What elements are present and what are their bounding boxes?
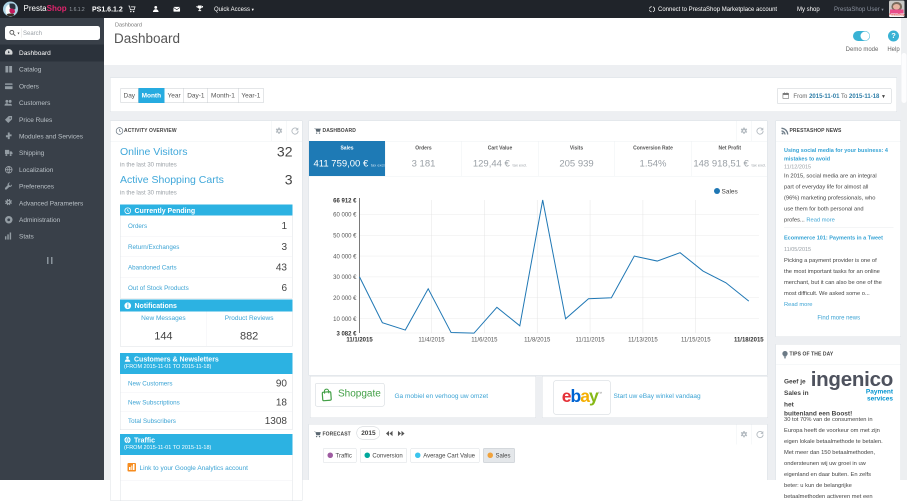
svg-text:Sales: Sales bbox=[722, 189, 739, 196]
svg-text:66 912 €: 66 912 € bbox=[333, 198, 357, 204]
svg-text:11/13/2015: 11/13/2015 bbox=[628, 338, 658, 344]
svg-text:11/11/2015: 11/11/2015 bbox=[575, 338, 605, 344]
svg-text:10 000 €: 10 000 € bbox=[333, 317, 357, 323]
svg-text:60 000 €: 60 000 € bbox=[333, 213, 357, 219]
svg-text:50 000 €: 50 000 € bbox=[333, 234, 357, 240]
svg-text:20 000 €: 20 000 € bbox=[333, 296, 357, 302]
svg-text:40 000 €: 40 000 € bbox=[333, 254, 357, 260]
svg-text:11/18/2015: 11/18/2015 bbox=[734, 338, 764, 344]
svg-text:30 000 €: 30 000 € bbox=[333, 275, 357, 281]
svg-text:11/6/2015: 11/6/2015 bbox=[471, 338, 498, 344]
svg-text:11/1/2015: 11/1/2015 bbox=[346, 338, 373, 344]
svg-text:11/15/2015: 11/15/2015 bbox=[681, 338, 711, 344]
svg-text:3 082 €: 3 082 € bbox=[336, 331, 357, 337]
svg-text:11/4/2015: 11/4/2015 bbox=[418, 338, 445, 344]
svg-text:11/8/2015: 11/8/2015 bbox=[524, 338, 551, 344]
